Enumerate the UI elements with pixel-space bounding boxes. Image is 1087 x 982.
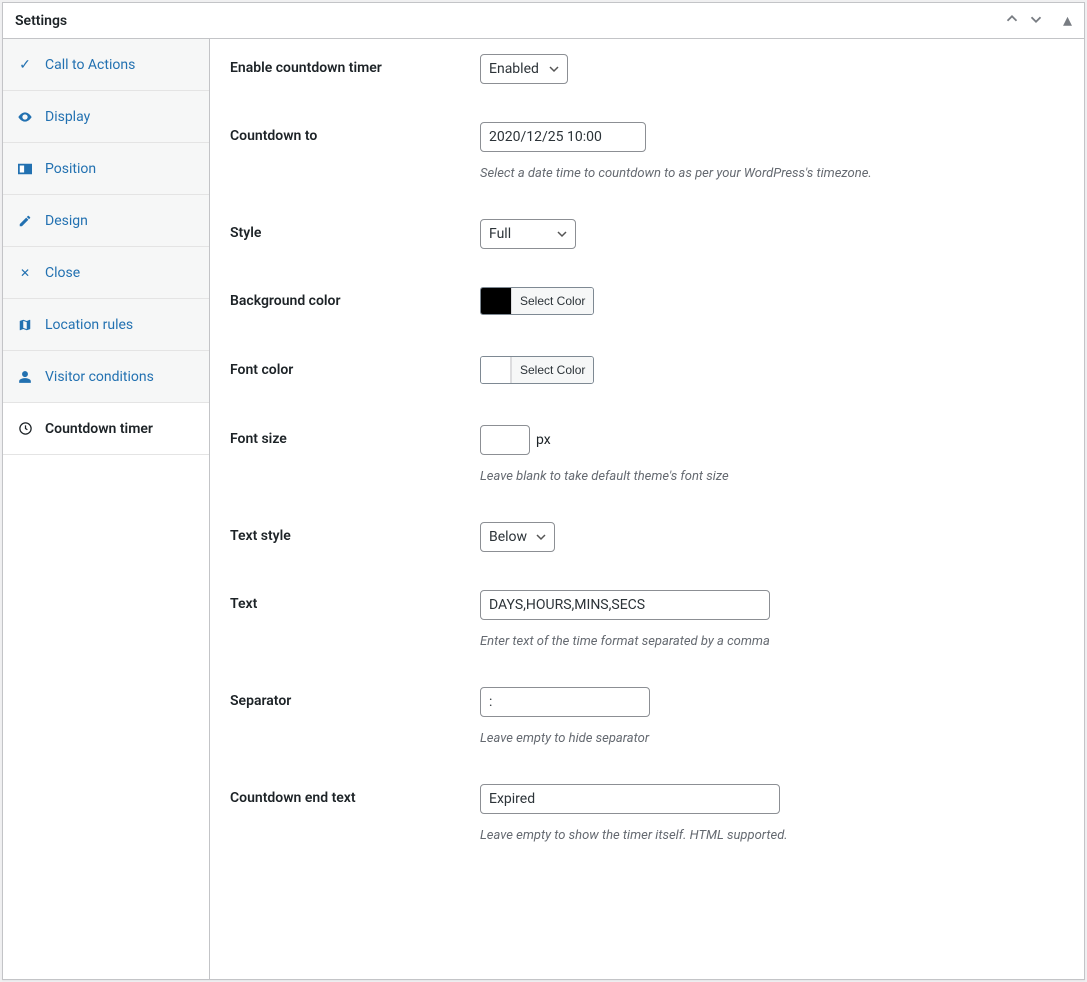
font-color-swatch [481,357,511,383]
layout-icon [17,162,33,176]
separator-input[interactable] [480,687,650,717]
tab-label: Visitor conditions [45,369,154,385]
panel-controls: ▴ [1003,10,1072,32]
tab-label: Design [45,213,88,229]
enable-countdown-select[interactable]: Enabled [480,54,568,84]
help-end-text: Leave empty to show the timer itself. HT… [480,828,1064,843]
style-select[interactable]: Full [480,219,576,249]
tab-design[interactable]: Design [3,195,209,247]
eye-icon [17,109,33,125]
tab-label: Display [45,109,90,125]
tab-location-rules[interactable]: Location rules [3,299,209,351]
close-icon: ✕ [17,266,33,280]
tab-position[interactable]: Position [3,143,209,195]
tab-call-to-actions[interactable]: ✓ Call to Actions [3,39,209,91]
text-input[interactable] [480,590,770,620]
clock-icon [17,421,33,436]
font-size-unit: px [536,432,551,448]
tab-display[interactable]: Display [3,91,209,143]
label-style: Style [230,219,480,241]
bg-color-swatch [481,288,511,314]
tab-label: Call to Actions [45,57,135,73]
bg-color-picker[interactable]: Select Color [480,287,594,315]
font-color-button[interactable]: Select Color [511,357,593,383]
label-font-size: Font size [230,425,480,447]
help-separator: Leave empty to hide separator [480,731,1064,746]
countdown-to-input[interactable] [480,122,646,152]
help-text: Enter text of the time format separated … [480,634,1064,649]
bg-color-button[interactable]: Select Color [511,288,593,314]
font-color-picker[interactable]: Select Color [480,356,594,384]
settings-sidebar: ✓ Call to Actions Display Position Desig… [3,39,210,979]
map-icon [17,318,33,332]
help-countdown-to: Select a date time to countdown to as pe… [480,166,1064,181]
end-text-input[interactable] [480,784,780,814]
settings-panel: Settings ▴ ✓ Call to Actions Display Pos… [2,2,1085,980]
panel-header: Settings ▴ [3,3,1084,39]
tab-label: Countdown timer [45,421,153,437]
label-font-color: Font color [230,356,480,378]
order-down-icon[interactable] [1027,10,1045,32]
tab-countdown-timer[interactable]: Countdown timer [3,403,209,455]
label-bg-color: Background color [230,287,480,309]
label-end-text: Countdown end text [230,784,480,806]
check-icon: ✓ [17,57,33,73]
tab-close[interactable]: ✕ Close [3,247,209,299]
settings-content: Enable countdown timer Enabled Countdown… [210,39,1084,979]
text-style-select[interactable]: Below [480,522,555,552]
user-icon [17,370,33,384]
label-separator: Separator [230,687,480,709]
pencil-icon [17,214,33,228]
label-enable-countdown: Enable countdown timer [230,54,480,76]
tab-visitor-conditions[interactable]: Visitor conditions [3,351,209,403]
label-text: Text [230,590,480,612]
tab-label: Location rules [45,317,133,333]
label-countdown-to: Countdown to [230,122,480,144]
panel-title: Settings [15,13,67,29]
toggle-icon[interactable]: ▴ [1063,12,1072,30]
label-text-style: Text style [230,522,480,544]
help-font-size: Leave blank to take default theme's font… [480,469,1064,484]
order-up-icon[interactable] [1003,10,1021,32]
font-size-input[interactable] [480,425,530,455]
tab-label: Close [45,265,80,281]
tab-label: Position [45,161,96,177]
